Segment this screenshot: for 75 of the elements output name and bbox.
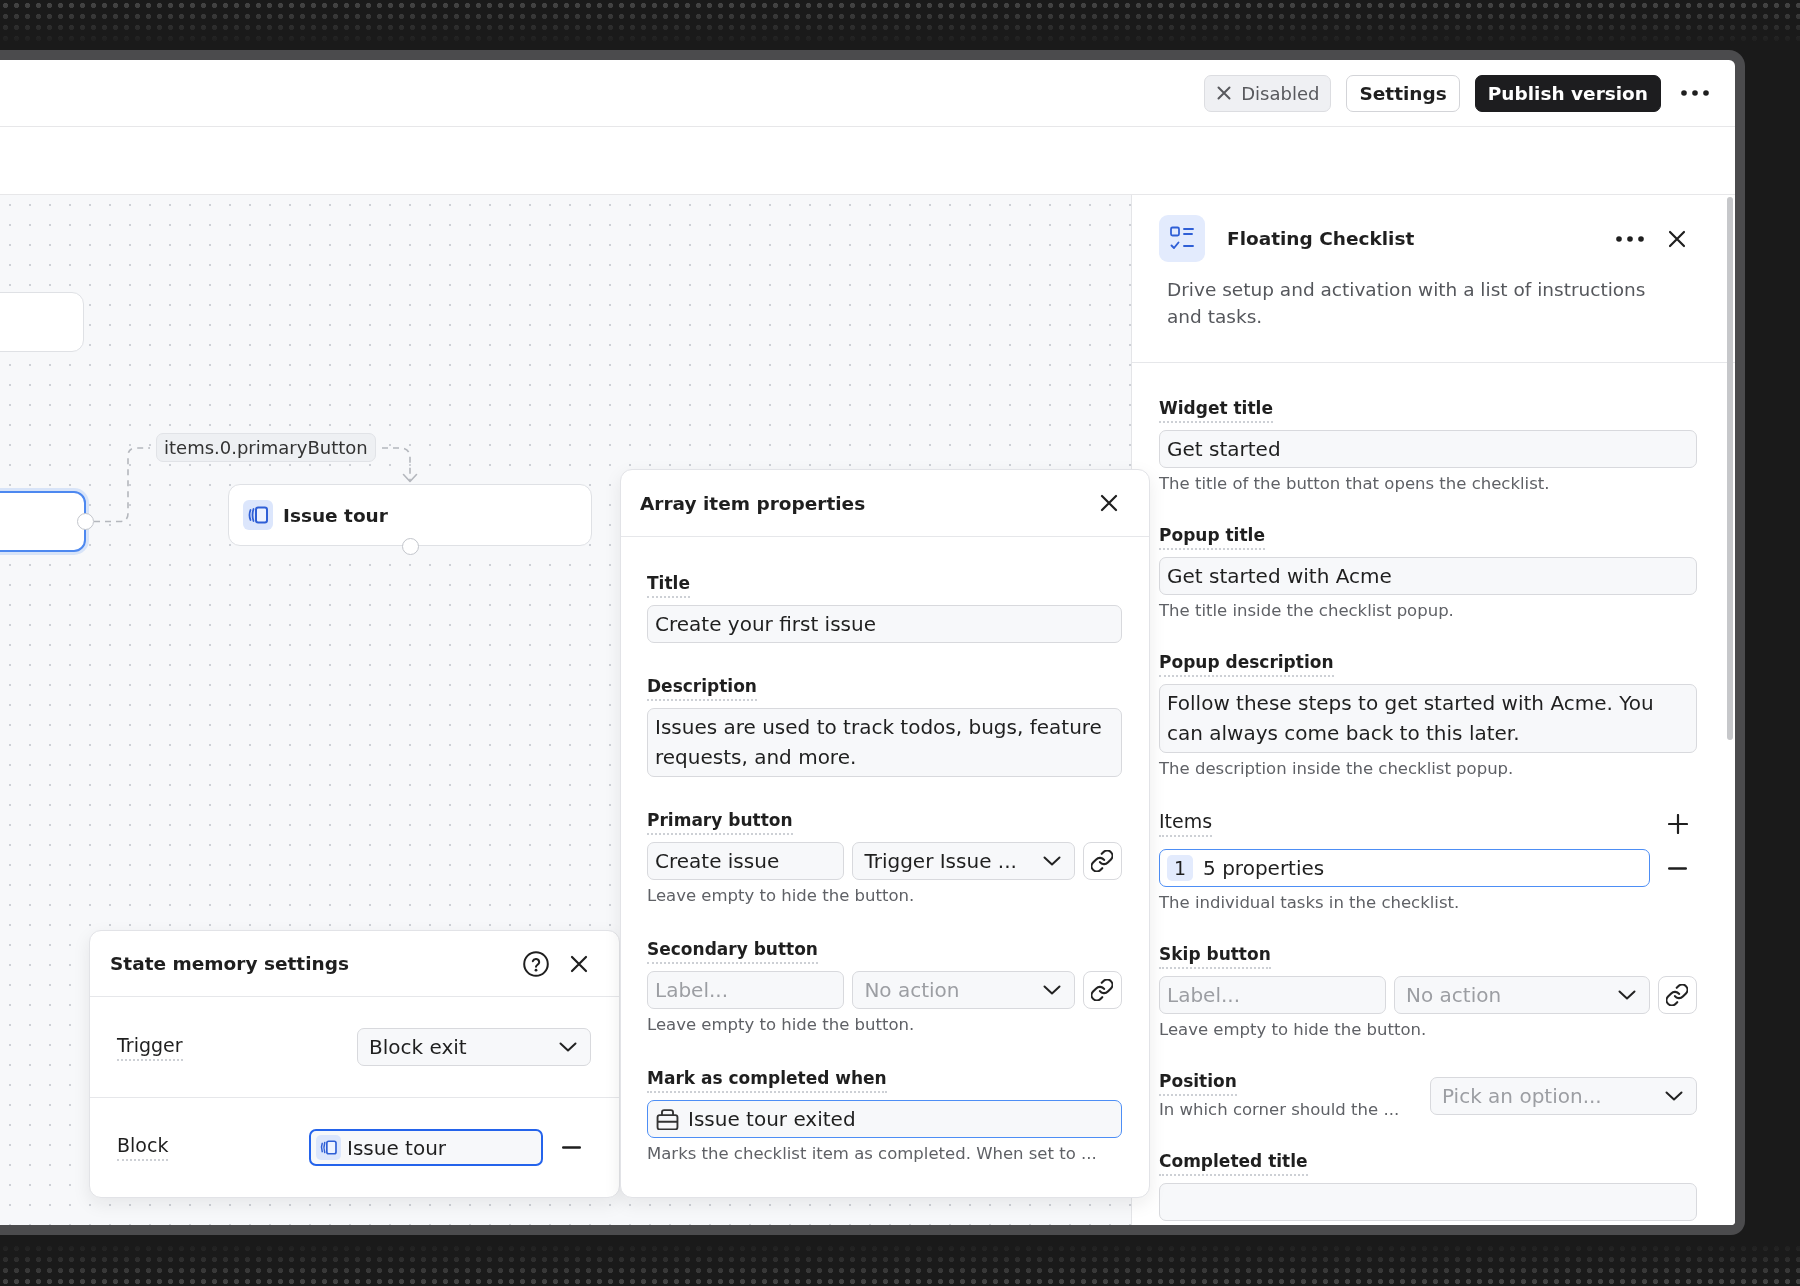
event-picker[interactable]: Issue tour exited bbox=[647, 1100, 1122, 1138]
text-area[interactable]: Issues are used to track todos, bugs, feature requests, and more. bbox=[647, 708, 1122, 777]
panel-title: State memory settings bbox=[110, 953, 350, 974]
link-icon bbox=[1091, 850, 1114, 872]
help-text: The individual tasks in the checklist. bbox=[1159, 893, 1461, 913]
block-chip[interactable]: Issue tour bbox=[309, 1129, 543, 1166]
help-text: The title inside the checklist popup. bbox=[1159, 601, 1455, 621]
flow-node[interactable]: Issue tour bbox=[228, 484, 592, 546]
field-label: Items bbox=[1159, 810, 1213, 837]
close-icon[interactable] bbox=[1100, 494, 1118, 512]
field-label: Trigger bbox=[117, 1033, 183, 1061]
field-label: Primary button bbox=[647, 810, 793, 835]
label-input[interactable]: Create issue bbox=[647, 842, 845, 880]
field-label: Popup description bbox=[1159, 652, 1334, 677]
text-input[interactable]: Get started bbox=[1159, 430, 1697, 468]
chevron-down-icon bbox=[1043, 985, 1061, 995]
field-label: Block bbox=[117, 1134, 169, 1161]
link-button[interactable] bbox=[1658, 976, 1697, 1014]
tour-icon bbox=[243, 500, 273, 530]
more-icon[interactable] bbox=[1616, 235, 1644, 242]
field-label: Description bbox=[647, 676, 757, 701]
field-label: Widget title bbox=[1159, 398, 1273, 423]
x-icon bbox=[1217, 86, 1232, 100]
minus-icon[interactable] bbox=[1668, 866, 1687, 870]
field-label: Skip button bbox=[1159, 944, 1271, 969]
box-icon bbox=[656, 1108, 679, 1130]
help-text: Leave empty to hide the button. bbox=[647, 886, 916, 906]
trigger-dropdown[interactable]: Block exit bbox=[357, 1028, 591, 1066]
help-text: Leave empty to hide the button. bbox=[647, 1015, 916, 1035]
text-area[interactable]: Follow these steps to get started with Acme. You can always come back to this later. bbox=[1159, 684, 1697, 753]
minus-icon[interactable] bbox=[562, 1146, 581, 1149]
help-text: Leave empty to hide the button. bbox=[1159, 1020, 1428, 1040]
publish-button[interactable]: Publish version bbox=[1474, 74, 1661, 112]
chevron-down-icon bbox=[1665, 1090, 1683, 1101]
link-icon bbox=[1666, 984, 1689, 1006]
text-input[interactable] bbox=[1159, 1183, 1697, 1221]
text-input[interactable]: Create your first issue bbox=[647, 605, 1122, 643]
field-label: Secondary button bbox=[647, 939, 818, 964]
settings-button[interactable]: Settings bbox=[1346, 74, 1460, 112]
scrollbar-thumb[interactable] bbox=[1727, 197, 1733, 740]
item-index: 1 bbox=[1167, 855, 1194, 881]
chevron-down-icon bbox=[1618, 990, 1636, 1000]
status-toggle[interactable]: Disabled bbox=[1204, 74, 1332, 112]
link-button[interactable] bbox=[1083, 971, 1122, 1009]
help-text: In which corner should the ... bbox=[1159, 1100, 1400, 1120]
panel-description: Drive setup and activation with a list of instructions and tasks. bbox=[1167, 278, 1647, 329]
field-label: Popup title bbox=[1159, 525, 1265, 550]
help-text: The description inside the checklist popup. bbox=[1159, 759, 1515, 779]
panel-title: Floating Checklist bbox=[1227, 228, 1416, 249]
text-input[interactable]: Get started with Acme bbox=[1159, 557, 1697, 595]
plus-icon[interactable] bbox=[1667, 813, 1688, 834]
close-icon[interactable] bbox=[1668, 229, 1686, 248]
label-input[interactable]: Label... bbox=[647, 971, 845, 1009]
field-label: Mark as completed when bbox=[647, 1068, 887, 1093]
label-input[interactable]: Label... bbox=[1159, 976, 1386, 1014]
more-icon[interactable] bbox=[1681, 90, 1709, 96]
close-icon[interactable] bbox=[570, 954, 588, 973]
checklist-icon bbox=[1159, 215, 1205, 262]
field-label: Position bbox=[1159, 1071, 1237, 1096]
panel-title: Array item properties bbox=[640, 492, 867, 514]
chevron-down-icon bbox=[559, 1042, 577, 1052]
tour-icon bbox=[316, 1135, 341, 1160]
field-label: Completed title bbox=[1159, 1151, 1308, 1176]
edge-label: items.0.primaryButton bbox=[156, 433, 376, 462]
field-label: Title bbox=[647, 573, 690, 598]
connector-arrow bbox=[381, 447, 418, 483]
chevron-down-icon bbox=[1043, 856, 1061, 866]
link-button[interactable] bbox=[1083, 842, 1122, 880]
node-title: Issue tour bbox=[283, 504, 388, 526]
help-icon[interactable] bbox=[523, 950, 549, 977]
link-icon bbox=[1091, 979, 1114, 1001]
help-text: Marks the checklist item as completed. When set to ... bbox=[647, 1144, 1098, 1164]
array-item-row[interactable]: 1 5 properties bbox=[1159, 849, 1650, 887]
action-dropdown[interactable]: Trigger Issue ... bbox=[852, 842, 1075, 880]
help-text: The title of the button that opens the checklist. bbox=[1159, 474, 1551, 494]
